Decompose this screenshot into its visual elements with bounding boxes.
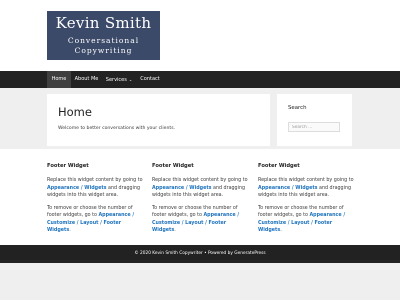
main-content-panel: Home Welcome to better conversations wit… (47, 94, 270, 146)
nav-item-label: Contact (140, 76, 160, 82)
footer-widget-paragraph: To remove or choose the number of footer… (258, 205, 354, 234)
footer-widget-title: Footer Widget (152, 163, 194, 169)
site-header: Kevin Smith Conversational Copywriting (0, 0, 400, 71)
nav-item-about-me[interactable]: About Me (71, 71, 102, 88)
main-navigation: Home About Me Services ⌄ Contact (0, 71, 400, 88)
footer-widget-paragraph: Replace this widget content by going to … (152, 177, 248, 199)
copyright-text: © 2020 Kevin Smith Copywriter • Powered … (134, 251, 266, 256)
nav-item-label: Home (51, 76, 67, 82)
site-footer: © 2020 Kevin Smith Copywriter • Powered … (0, 245, 400, 263)
paragraph-text: Replace this widget content by going to (47, 178, 143, 184)
chevron-down-icon: ⌄ (128, 77, 133, 82)
page-title: Home (58, 105, 92, 119)
logo-tagline-line2: Copywriting (74, 46, 133, 55)
paragraph-text: . (280, 228, 282, 234)
site-logo[interactable]: Kevin Smith Conversational Copywriting (47, 11, 160, 60)
search-input[interactable] (288, 122, 340, 132)
footer-widget-paragraph: To remove or choose the number of footer… (152, 205, 248, 234)
paragraph-text: . (69, 228, 71, 234)
nav-item-home[interactable]: Home (47, 71, 71, 88)
footer-widget-2: Footer Widget Replace this widget conten… (152, 163, 248, 240)
footer-widget-paragraph: Replace this widget content by going to … (258, 177, 354, 199)
footer-widget-1: Footer Widget Replace this widget conten… (47, 163, 143, 240)
sidebar-search-widget: Search (277, 94, 352, 146)
nav-item-services[interactable]: Services ⌄ (102, 71, 136, 88)
search-widget-title: Search (288, 105, 307, 111)
nav-item-label: About Me (74, 76, 99, 82)
nav-item-contact[interactable]: Contact (136, 71, 164, 88)
nav-item-label: Services (105, 77, 127, 83)
footer-widget-3: Footer Widget Replace this widget conten… (258, 163, 354, 240)
logo-name: Kevin Smith (55, 14, 152, 32)
footer-widget-paragraph: Replace this widget content by going to … (47, 177, 143, 199)
footer-widget-title: Footer Widget (47, 163, 89, 169)
footer-widgets-area: Footer Widget Replace this widget conten… (0, 149, 400, 245)
paragraph-text: . (174, 228, 176, 234)
footer-widget-paragraph: To remove or choose the number of footer… (47, 205, 143, 234)
footer-widget-title: Footer Widget (258, 163, 300, 169)
paragraph-text: Replace this widget content by going to (152, 178, 248, 184)
appearance-widgets-link[interactable]: Appearance / Widgets (258, 186, 317, 191)
appearance-widgets-link[interactable]: Appearance / Widgets (47, 186, 106, 191)
paragraph-text: Replace this widget content by going to (258, 178, 354, 184)
page-intro-text: Welcome to better conversations with you… (58, 126, 176, 131)
logo-tagline-line1: Conversational (67, 36, 140, 45)
appearance-widgets-link[interactable]: Appearance / Widgets (152, 186, 211, 191)
